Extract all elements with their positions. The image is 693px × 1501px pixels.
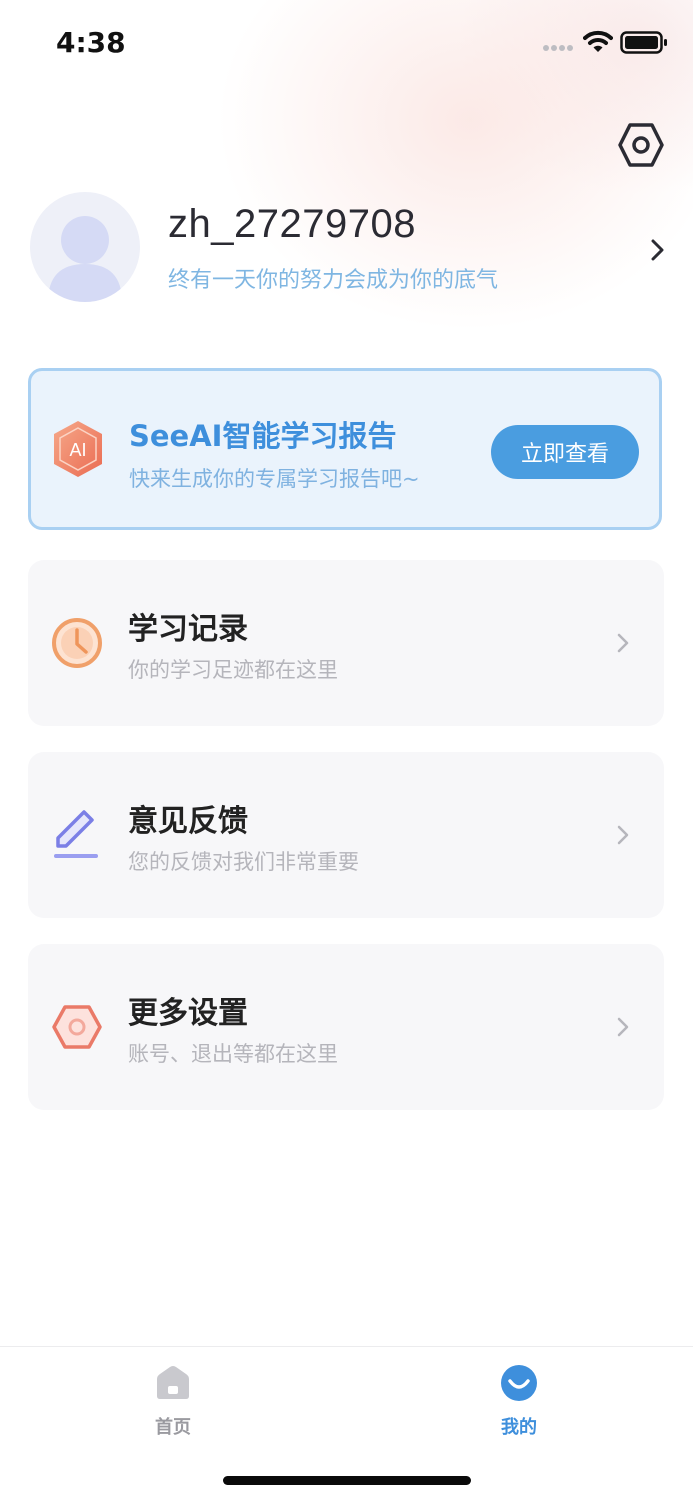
hexagon-settings-icon (52, 1005, 102, 1049)
tab-label: 我的 (501, 1417, 537, 1438)
username: zh_27279708 (168, 202, 416, 246)
menu-item-subtitle: 你的学习足迹都在这里 (128, 658, 338, 682)
profile-motto: 终有一天你的努力会成为你的底气 (168, 268, 499, 293)
chevron-right-icon (617, 633, 629, 653)
clock-icon (52, 618, 102, 668)
view-now-button[interactable]: 立即查看 (491, 425, 639, 479)
ai-badge-icon: AI (54, 421, 102, 477)
ai-report-card[interactable]: AI SeeAI智能学习报告 快来生成你的专属学习报告吧~ 立即查看 (28, 368, 662, 530)
status-time: 4:38 (56, 26, 126, 59)
menu-item-subtitle: 账号、退出等都在这里 (128, 1042, 338, 1066)
cellular-signal-icon (543, 45, 573, 51)
menu-item-study-records[interactable]: 学习记录 你的学习足迹都在这里 (28, 560, 664, 726)
home-icon (157, 1366, 189, 1399)
menu-item-title: 更多设置 (128, 996, 248, 1031)
status-bar: 4:38 (0, 0, 693, 86)
chevron-right-icon (617, 1017, 629, 1037)
settings-gear-icon[interactable] (617, 122, 665, 168)
profile-header[interactable]: zh_27279708 终有一天你的努力会成为你的底气 (30, 192, 690, 304)
menu-item-feedback[interactable]: 意见反馈 您的反馈对我们非常重要 (28, 752, 664, 918)
ai-report-subtitle: 快来生成你的专属学习报告吧~ (129, 467, 420, 491)
menu-item-subtitle: 您的反馈对我们非常重要 (128, 850, 359, 874)
chevron-right-icon (651, 239, 664, 261)
smile-icon (501, 1365, 537, 1401)
ai-report-title: SeeAI智能学习报告 (129, 419, 397, 453)
home-indicator (223, 1476, 471, 1485)
tab-label: 首页 (155, 1417, 191, 1438)
menu-item-more-settings[interactable]: 更多设置 账号、退出等都在这里 (28, 944, 664, 1110)
pencil-icon (54, 810, 98, 858)
wifi-icon (583, 30, 613, 52)
avatar (30, 192, 140, 302)
tab-home[interactable]: 首页 (113, 1347, 233, 1447)
default-avatar-icon (48, 216, 122, 302)
menu-item-title: 学习记录 (128, 612, 248, 647)
menu-item-title: 意见反馈 (128, 804, 248, 839)
ai-badge-text: AI (69, 440, 86, 460)
battery-icon (620, 31, 667, 54)
chevron-right-icon (617, 825, 629, 845)
tab-mine[interactable]: 我的 (459, 1347, 579, 1447)
